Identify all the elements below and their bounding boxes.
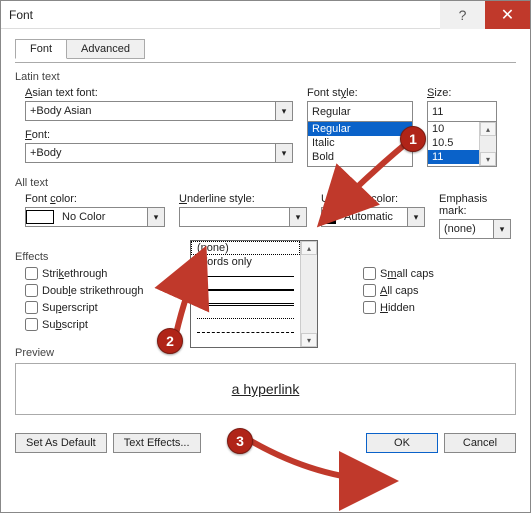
tab-strip: Font Advanced [15, 39, 516, 59]
titlebar: Font ? ✕ [1, 1, 530, 29]
underline-sample[interactable] [191, 283, 300, 297]
scroll-down-icon[interactable]: ▾ [301, 333, 317, 347]
checkbox-small-caps[interactable]: Small caps [363, 267, 503, 280]
checkbox-hidden[interactable]: Hidden [363, 301, 503, 314]
text-effects-button[interactable]: Text Effects... [113, 433, 201, 453]
preview-box: a hyperlink [15, 363, 516, 415]
checkbox-double-strikethrough[interactable]: Double strikethrough [25, 284, 185, 297]
label-font-style: Font style: [307, 87, 413, 99]
cancel-button[interactable]: Cancel [444, 433, 516, 453]
label-size: Size: [427, 87, 497, 99]
label-font-color: Font color: [25, 193, 165, 205]
tab-font[interactable]: Font [15, 39, 67, 59]
chevron-down-icon[interactable]: ▾ [275, 102, 292, 120]
scrollbar[interactable]: ▴ ▾ [479, 122, 496, 166]
list-item[interactable]: 11 [428, 150, 479, 164]
chevron-down-icon[interactable]: ▾ [275, 144, 292, 162]
font-dropdown[interactable]: +Body ▾ [25, 143, 293, 163]
checkbox-superscript[interactable]: Superscript [25, 301, 185, 314]
group-all-text: All text [15, 177, 516, 189]
underline-sample[interactable] [191, 269, 300, 283]
checkbox-strikethrough[interactable]: Strikethrough [25, 267, 185, 280]
asian-font-dropdown[interactable]: +Body Asian ▾ [25, 101, 293, 121]
size-listbox[interactable]: 10 10.5 11 ▴ ▾ [427, 121, 497, 167]
label-emphasis-mark: Emphasis mark: [439, 193, 511, 217]
list-item[interactable]: Bold [308, 150, 412, 164]
window-title: Font [1, 8, 440, 22]
set-default-button[interactable]: Set As Default [15, 433, 107, 453]
chevron-down-icon[interactable]: ▾ [147, 208, 164, 226]
size-input[interactable]: 11 [427, 101, 497, 121]
font-style-value: Regular [308, 106, 412, 118]
tab-advanced[interactable]: Advanced [66, 39, 145, 59]
label-font: Font: [25, 129, 293, 141]
font-value: +Body [26, 147, 275, 159]
group-preview: Preview [15, 347, 516, 359]
list-item[interactable]: (none) [191, 241, 300, 255]
label-asian-font: Asian text font: [25, 87, 293, 99]
help-button[interactable]: ? [440, 1, 485, 29]
scroll-up-icon[interactable]: ▴ [301, 241, 317, 255]
size-value: 11 [428, 106, 496, 118]
list-item[interactable]: Regular [308, 122, 412, 136]
scrollbar[interactable]: ▴ ▾ [300, 241, 317, 347]
group-latin-text: Latin text [15, 71, 516, 83]
ok-button[interactable]: OK [366, 433, 438, 453]
annotation-marker-1: 1 [400, 126, 426, 152]
font-color-dropdown[interactable]: No Color ▾ [25, 207, 165, 227]
scroll-up-icon[interactable]: ▴ [480, 122, 496, 136]
button-row: Set As Default Text Effects... OK Cancel [15, 433, 516, 453]
chevron-down-icon[interactable]: ▾ [493, 220, 510, 238]
font-dialog: Font ? ✕ Font Advanced Latin text Asian … [0, 0, 531, 513]
scroll-down-icon[interactable]: ▾ [480, 152, 496, 166]
font-style-listbox[interactable]: Regular Italic Bold [307, 121, 413, 167]
list-item[interactable]: 10 [428, 122, 479, 136]
underline-color-dropdown[interactable]: Automatic ▾ [321, 207, 425, 227]
font-style-input[interactable]: Regular [307, 101, 413, 121]
underline-sample[interactable] [191, 297, 300, 311]
annotation-marker-3: 3 [227, 428, 253, 454]
underline-color-value: Automatic [340, 211, 407, 223]
underline-style-popup[interactable]: (none) Words only ▴ ▾ [190, 240, 318, 348]
underline-sample[interactable] [191, 311, 300, 325]
list-item[interactable]: Italic [308, 136, 412, 150]
chevron-down-icon[interactable]: ▾ [289, 208, 306, 226]
checkbox-all-caps[interactable]: All caps [363, 284, 503, 297]
color-swatch-icon [26, 210, 54, 224]
label-underline-color: Underline color: [321, 193, 425, 205]
list-item[interactable]: Words only [191, 255, 300, 269]
label-underline-style: Underline style: [179, 193, 307, 205]
underline-sample[interactable] [191, 325, 300, 339]
close-button[interactable]: ✕ [485, 1, 530, 29]
emphasis-mark-value: (none) [440, 223, 493, 235]
annotation-marker-2: 2 [157, 328, 183, 354]
chevron-down-icon[interactable]: ▾ [407, 208, 424, 226]
color-swatch-icon [322, 210, 336, 224]
list-item[interactable]: 10.5 [428, 136, 479, 150]
underline-style-dropdown[interactable]: ▾ [179, 207, 307, 227]
font-color-value: No Color [58, 211, 147, 223]
checkbox-subscript[interactable]: Subscript [25, 318, 185, 331]
asian-font-value: +Body Asian [26, 105, 275, 117]
emphasis-mark-dropdown[interactable]: (none) ▾ [439, 219, 511, 239]
preview-text: a hyperlink [232, 381, 300, 397]
